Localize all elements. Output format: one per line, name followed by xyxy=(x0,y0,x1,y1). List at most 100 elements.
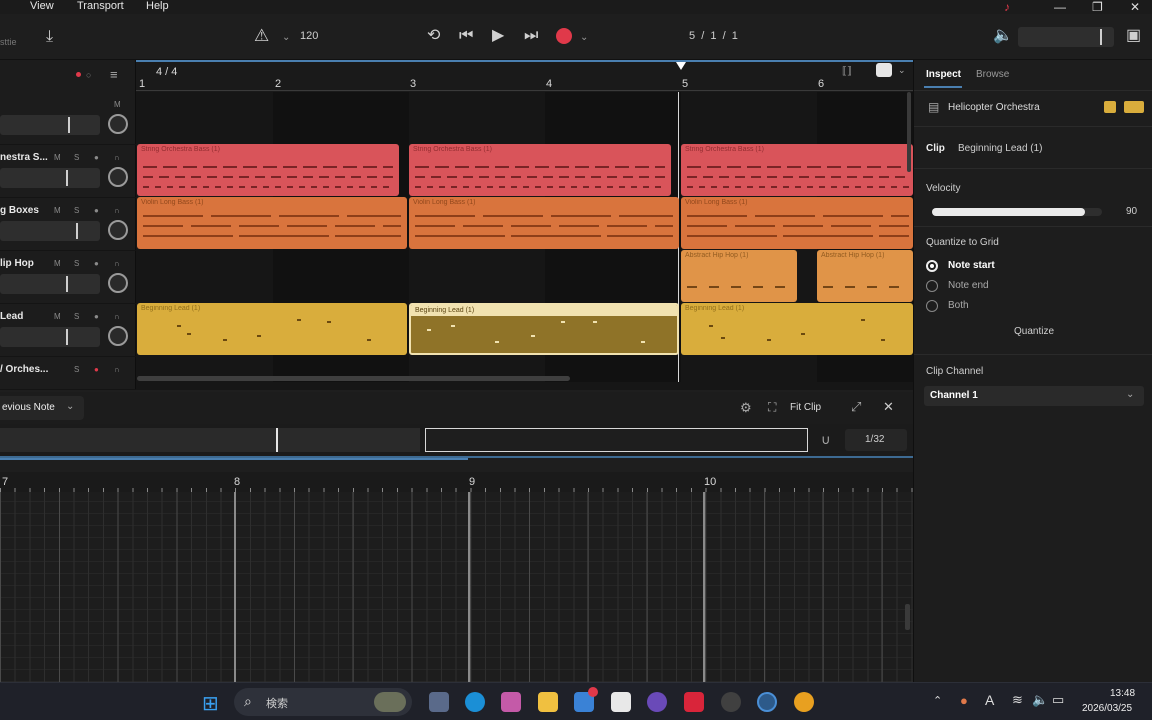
mute-button[interactable]: M xyxy=(54,153,61,162)
track-row[interactable]: lip Hop M S ● ∩ xyxy=(0,251,136,304)
grid-toggle-icon[interactable] xyxy=(876,63,892,77)
menu-view[interactable]: View xyxy=(30,0,54,12)
record-arm-button[interactable]: ● xyxy=(94,259,99,268)
overview-track[interactable] xyxy=(0,428,420,452)
loop-icon[interactable]: ⟲ xyxy=(427,28,440,44)
ime-icon[interactable]: A xyxy=(985,692,994,708)
headphones-icon[interactable]: ∩ xyxy=(114,259,120,268)
track-color-swatch[interactable] xyxy=(1104,101,1116,113)
clip-violin[interactable]: Violin Long Bass (1) xyxy=(681,197,913,249)
battery-icon[interactable]: ▭ xyxy=(1052,692,1064,708)
record-arm-button[interactable]: ● xyxy=(94,312,99,321)
copilot-icon[interactable] xyxy=(501,692,521,712)
volume-cap[interactable] xyxy=(68,117,70,133)
record-options-chevron-icon[interactable]: ⌄ xyxy=(580,30,588,46)
settings-label-icon[interactable]: sttie xyxy=(0,34,17,50)
radio-both[interactable] xyxy=(926,300,938,312)
mute-button[interactable]: M xyxy=(54,312,61,321)
clip-lead-selected[interactable]: Beginning Lead (1) xyxy=(409,303,679,355)
solo-button[interactable]: S xyxy=(74,365,79,374)
tempo-value[interactable]: 120 xyxy=(300,30,318,42)
master-volume-slider[interactable] xyxy=(1018,27,1114,47)
solo-button[interactable]: S xyxy=(74,312,79,321)
menu-help[interactable]: Help xyxy=(146,0,169,12)
playhead-marker-icon[interactable] xyxy=(676,62,686,70)
app-icon[interactable] xyxy=(647,692,667,712)
maximize-icon[interactable]: ❐ xyxy=(1092,0,1103,14)
radio-label[interactable]: Note start xyxy=(948,260,995,271)
timeline-ruler[interactable]: 4 / 4 1 2 3 4 5 6 ⟦⟧ ⌄ xyxy=(136,60,913,92)
headphones-icon[interactable]: ∩ xyxy=(114,312,120,321)
minimize-icon[interactable]: — xyxy=(1054,0,1066,14)
notification-bell-icon[interactable]: ♪ xyxy=(1004,0,1010,14)
metronome-icon[interactable]: ⚠ xyxy=(254,27,269,44)
piano-roll-grid[interactable] xyxy=(0,492,913,682)
velocity-slider[interactable] xyxy=(932,208,1102,216)
wifi-icon[interactable]: ≋ xyxy=(1012,692,1023,708)
track-row[interactable]: M xyxy=(0,92,136,145)
headphones-icon[interactable]: ∩ xyxy=(114,153,120,162)
expand-icon[interactable]: ⤢ xyxy=(851,399,861,415)
editor-ruler[interactable]: 7 8 9 10 xyxy=(0,472,913,492)
radio-note-start[interactable] xyxy=(926,260,938,272)
panel-toggle-icon[interactable]: ▣ xyxy=(1126,28,1141,44)
snap-icon[interactable]: ⟦⟧ xyxy=(842,66,852,77)
app-red-icon[interactable] xyxy=(684,692,704,712)
clip-hiphop[interactable]: Abstract Hip Hop (1) xyxy=(817,250,913,302)
track-row[interactable]: g Boxes M S ● ∩ xyxy=(0,198,136,251)
pan-knob[interactable] xyxy=(108,273,128,293)
track-row[interactable]: / Orches... S ● ∩ xyxy=(0,357,136,390)
radio-label[interactable]: Both xyxy=(948,300,969,311)
record-arm-button[interactable]: ● xyxy=(94,206,99,215)
volume-cap[interactable] xyxy=(66,276,68,292)
record-button[interactable] xyxy=(556,28,572,44)
record-arm-button[interactable]: ● xyxy=(94,153,99,162)
clip-lead[interactable]: Beginning Lead (1) xyxy=(681,303,913,355)
monitor-all-icon[interactable]: ○ xyxy=(86,70,91,80)
solo-button[interactable]: S xyxy=(74,206,79,215)
tray-chevron-icon[interactable]: ⌃ xyxy=(933,694,942,707)
chrome-active-icon[interactable] xyxy=(757,692,777,712)
microphone-icon[interactable]: ● xyxy=(960,693,968,708)
record-arm-button[interactable]: ● xyxy=(94,365,99,374)
tab-inspect[interactable]: Inspect xyxy=(926,69,961,80)
play-icon[interactable]: ▶ xyxy=(492,28,504,44)
track-row[interactable]: nestra S... M S ● ∩ xyxy=(0,145,136,198)
magnet-icon[interactable]: ∪ xyxy=(821,432,831,448)
solo-button[interactable]: S xyxy=(74,153,79,162)
track-volume-slider[interactable] xyxy=(0,168,100,188)
volume-cap[interactable] xyxy=(76,223,78,239)
fit-clip-button[interactable]: Fit Clip xyxy=(790,402,821,413)
solo-button[interactable]: S xyxy=(74,259,79,268)
headphones-icon[interactable]: ∩ xyxy=(114,365,120,374)
arrange-horizontal-scrollbar[interactable] xyxy=(137,376,570,381)
velocity-value[interactable]: 90 xyxy=(1126,206,1137,217)
clip-violin[interactable]: Violin Long Bass (1) xyxy=(409,197,679,249)
track-row[interactable]: Lead M S ● ∩ xyxy=(0,304,136,357)
filter-icon[interactable]: ≡ xyxy=(110,67,118,82)
mute-button[interactable]: M xyxy=(54,206,61,215)
fit-clip-icon[interactable]: ⛶ xyxy=(768,400,776,415)
clip-name[interactable]: Beginning Lead (1) xyxy=(958,143,1043,154)
mute-button[interactable]: M xyxy=(114,100,121,109)
pan-knob[interactable] xyxy=(108,326,128,346)
arrange-vertical-scrollbar[interactable] xyxy=(907,92,911,172)
channel-select[interactable]: Channel 1 ⌄ xyxy=(924,386,1144,406)
pan-knob[interactable] xyxy=(108,114,128,134)
clip-strings[interactable]: String Orchestra Bass (1) xyxy=(409,144,671,196)
pan-knob[interactable] xyxy=(108,220,128,240)
edge-icon[interactable] xyxy=(465,692,485,712)
previous-note-button[interactable]: evious Note ⌄ xyxy=(0,396,84,420)
master-volume-icon[interactable]: 🔈 xyxy=(993,28,1013,44)
export-icon[interactable]: ⤓ xyxy=(46,29,53,45)
chevron-down-icon[interactable]: ⌄ xyxy=(282,30,290,46)
track-volume-slider[interactable] xyxy=(0,327,100,347)
overview-visible-window[interactable] xyxy=(425,428,808,452)
clock-date[interactable]: 2026/03/25 xyxy=(1082,703,1132,714)
master-volume-cap[interactable] xyxy=(1100,29,1102,45)
mute-button[interactable]: M xyxy=(54,259,61,268)
clip-strings[interactable]: String Orchestra Bass (1) xyxy=(137,144,399,196)
skip-back-icon[interactable]: ⏮ xyxy=(459,28,473,44)
editor-vertical-scrollbar[interactable] xyxy=(905,604,910,630)
grid-chevron-icon[interactable]: ⌄ xyxy=(898,65,906,76)
